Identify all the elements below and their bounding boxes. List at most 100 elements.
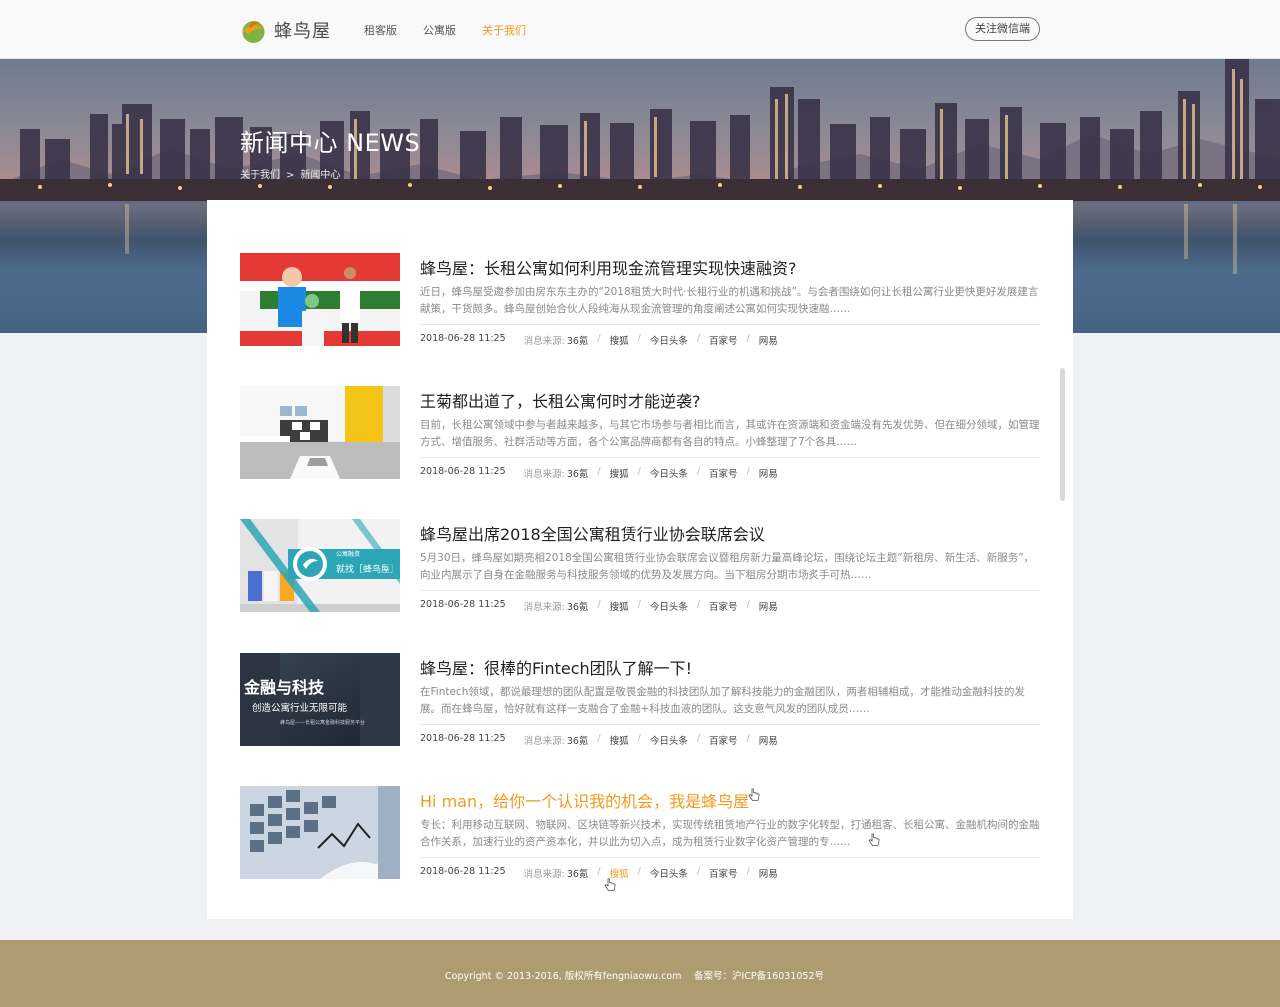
meta-separator: / xyxy=(637,599,641,610)
divider xyxy=(420,324,1040,325)
footer-copyright: Copyright © 2013-2016, 版权所有fengniaowu.co… xyxy=(445,971,682,982)
hummingbird-logo-icon xyxy=(242,20,265,43)
nav-link-tenant[interactable]: 租客版 xyxy=(364,22,397,38)
news-thumbnail[interactable]: 金融与科技 创造公寓行业无限可能 蜂鸟屋——长租公寓金融科技服务平台 xyxy=(240,653,400,746)
meta-separator: / xyxy=(637,866,641,877)
meta-separator: / xyxy=(746,599,750,610)
news-title[interactable]: Hi man，给你一个认识我的机会，我是蜂鸟屋 xyxy=(420,788,749,812)
meta-separator: / xyxy=(637,733,641,744)
meta-separator: / xyxy=(696,733,701,744)
source-link-36kr[interactable]: 36氪 xyxy=(567,866,589,880)
thumb-small-text: 公寓融资 xyxy=(336,550,360,558)
source-label: 消息来源: xyxy=(523,336,565,347)
source-link-toutiao[interactable]: 今日头条 xyxy=(650,333,688,347)
news-meta: 2018-06-28 11:25 消息来源: 36氪 / 搜狐 / 今日头条 /… xyxy=(420,466,778,480)
divider xyxy=(420,857,1040,858)
source-link-baijiahao[interactable]: 百家号 xyxy=(709,333,738,347)
top-nav: 蜂鸟屋 租客版 公寓版 关于我们 关注微信端 xyxy=(0,0,1280,59)
news-title[interactable]: 蜂鸟屋出席2018全国公寓租赁行业协会联席会议 xyxy=(420,521,765,545)
source-link-netease[interactable]: 网易 xyxy=(759,866,778,880)
meta-separator: / xyxy=(746,733,750,744)
apartment-interior-image xyxy=(240,386,400,479)
source-label: 消息来源: xyxy=(523,869,565,880)
source-link-sohu[interactable]: 搜狐 xyxy=(610,733,629,747)
source-link-sohu[interactable]: 搜狐 xyxy=(610,599,629,613)
news-title[interactable]: 蜂鸟屋：很棒的Fintech团队了解一下! xyxy=(420,655,692,679)
meta-separator: / xyxy=(637,466,641,477)
meta-separator: / xyxy=(746,333,750,344)
source-link-toutiao[interactable]: 今日头条 xyxy=(650,866,688,880)
source-link-baijiahao[interactable]: 百家号 xyxy=(709,733,738,747)
source-link-netease[interactable]: 网易 xyxy=(759,599,778,613)
logo[interactable]: 蜂鸟屋 xyxy=(240,15,331,45)
thumb-small-text: 蜂鸟屋——长租公寓金融科技服务平台 xyxy=(280,719,365,726)
source-label: 消息来源: xyxy=(523,469,565,480)
scrollbar-thumb[interactable] xyxy=(1060,368,1065,501)
meta-separator: / xyxy=(597,333,601,344)
source-label: 消息来源: xyxy=(523,736,565,747)
source-link-baijiahao[interactable]: 百家号 xyxy=(709,466,738,480)
meta-separator: / xyxy=(597,599,601,610)
meta-separator: / xyxy=(696,599,701,610)
news-item[interactable]: Hi man，给你一个认识我的机会，我是蜂鸟屋 专长：利用移动互联网、物联网、区… xyxy=(240,786,1040,891)
source-link-netease[interactable]: 网易 xyxy=(759,466,778,480)
news-meta: 2018-06-28 11:25 消息来源: 36氪 / 搜狐 / 今日头条 /… xyxy=(420,333,778,347)
footer-icp[interactable]: 备案号：沪ICP备16031052号 xyxy=(694,968,824,982)
meta-separator: / xyxy=(637,333,641,344)
hand-pointer-icon xyxy=(604,878,616,891)
source-link-36kr[interactable]: 36氪 xyxy=(567,733,589,747)
news-thumbnail[interactable] xyxy=(240,386,400,479)
news-thumbnail[interactable]: 公寓融资 就找［蜂鸟屋］ xyxy=(240,519,400,612)
news-summary: 目前，长租公寓领域中参与者越来越多，与其它市场参与者相比而言，其或许在资源端和资… xyxy=(420,419,1040,448)
news-summary: 近日，蜂鸟屋受邀参加由房东东主办的“2018租赁大时代·长租行业的机遇和挑战”。… xyxy=(420,286,1039,315)
news-date: 2018-06-28 11:25 xyxy=(420,733,506,744)
brand-name: 蜂鸟屋 xyxy=(274,21,331,42)
source-link-toutiao[interactable]: 今日头条 xyxy=(650,466,688,480)
page-title: 新闻中心 NEWS xyxy=(240,129,421,157)
source-link-toutiao[interactable]: 今日头条 xyxy=(650,733,688,747)
news-date: 2018-06-28 11:25 xyxy=(420,599,506,610)
news-date: 2018-06-28 11:25 xyxy=(420,333,506,344)
news-item[interactable]: 蜂鸟屋：长租公寓如何利用现金流管理实现快速融资? 近日，蜂鸟屋受邀参加由房东东主… xyxy=(240,253,1040,347)
thumb-subcaption: 创造公寓行业无限可能 xyxy=(252,702,348,714)
source-link-netease[interactable]: 网易 xyxy=(759,733,778,747)
news-title[interactable]: 王菊都出道了，长租公寓何时才能逆袭? xyxy=(420,388,701,412)
source-link-baijiahao[interactable]: 百家号 xyxy=(709,599,738,613)
source-link-36kr[interactable]: 36氪 xyxy=(567,333,589,347)
meta-separator: / xyxy=(746,866,750,877)
follow-wechat-button[interactable]: 关注微信端 xyxy=(965,17,1040,41)
breadcrumb-current: 新闻中心 xyxy=(300,170,341,181)
source-link-sohu[interactable]: 搜狐 xyxy=(610,333,629,347)
meta-separator: / xyxy=(597,733,601,744)
news-title[interactable]: 蜂鸟屋：长租公寓如何利用现金流管理实现快速融资? xyxy=(420,255,797,279)
source-link-sohu[interactable]: 搜狐 xyxy=(610,466,629,480)
tech-interface-image xyxy=(240,786,400,879)
meta-separator: / xyxy=(746,466,750,477)
nav-links: 租客版 公寓版 关于我们 xyxy=(364,0,552,59)
nav-link-apartment[interactable]: 公寓版 xyxy=(423,22,456,38)
speaker-stage-image xyxy=(240,253,400,346)
news-date: 2018-06-28 11:25 xyxy=(420,466,506,477)
news-thumbnail[interactable] xyxy=(240,786,400,879)
breadcrumb: 关于我们 > 新闻中心 xyxy=(240,166,346,181)
news-item[interactable]: 王菊都出道了，长租公寓何时才能逆袭? 目前，长租公寓领域中参与者越来越多，与其它… xyxy=(240,386,1040,480)
news-meta: 2018-06-28 11:25 消息来源: 36氪 / 搜狐 / 今日头条 /… xyxy=(420,866,778,880)
thumb-caption: 金融与科技 xyxy=(243,678,325,697)
hand-pointer-icon xyxy=(748,788,760,801)
news-summary: 5月30日，蜂鸟屋如期亮相2018全国公寓租赁行业协会联席会议暨租房新力量高峰论… xyxy=(420,552,1035,581)
source-link-36kr[interactable]: 36氪 xyxy=(567,466,589,480)
news-thumbnail[interactable] xyxy=(240,253,400,346)
source-link-36kr[interactable]: 36氪 xyxy=(567,599,589,613)
nav-link-about[interactable]: 关于我们 xyxy=(482,22,526,38)
news-item[interactable]: 公寓融资 就找［蜂鸟屋］ 蜂鸟屋出席2018全国公寓租赁行业协会联席会议 5月3… xyxy=(240,519,1040,613)
news-item[interactable]: 金融与科技 创造公寓行业无限可能 蜂鸟屋——长租公寓金融科技服务平台 蜂鸟屋：很… xyxy=(240,653,1040,747)
source-label: 消息来源: xyxy=(523,602,565,613)
news-meta: 2018-06-28 11:25 消息来源: 36氪 / 搜狐 / 今日头条 /… xyxy=(420,733,778,747)
source-link-baijiahao[interactable]: 百家号 xyxy=(709,866,738,880)
meta-separator: / xyxy=(696,466,701,477)
meta-separator: / xyxy=(696,866,701,877)
breadcrumb-link-about[interactable]: 关于我们 xyxy=(240,170,280,181)
source-link-toutiao[interactable]: 今日头条 xyxy=(650,599,688,613)
source-link-netease[interactable]: 网易 xyxy=(759,333,778,347)
news-meta: 2018-06-28 11:25 消息来源: 36氪 / 搜狐 / 今日头条 /… xyxy=(420,599,778,613)
